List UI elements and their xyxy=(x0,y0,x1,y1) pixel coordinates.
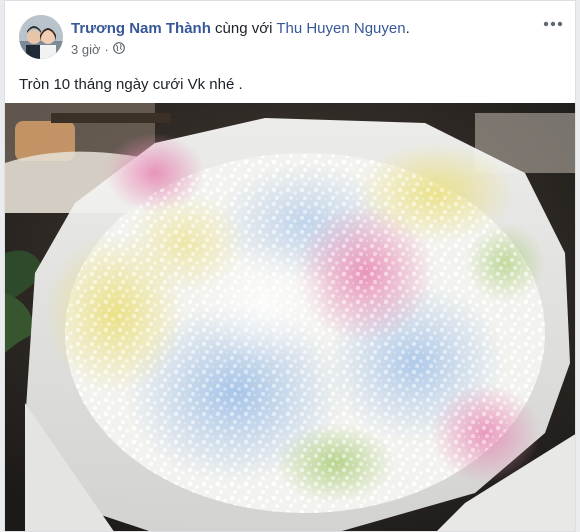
post-header: Trương Nam Thành cùng với Thu Huyen Nguy… xyxy=(5,1,575,71)
post-time-link[interactable]: 3 giờ xyxy=(71,42,101,57)
post-photo[interactable] xyxy=(5,103,575,531)
flower-bouquet-image xyxy=(5,103,575,531)
post-card: Trương Nam Thành cùng với Thu Huyen Nguy… xyxy=(4,0,576,532)
post-message: Tròn 10 tháng ngày cưới Vk nhé . xyxy=(19,76,243,93)
author-line: Trương Nam Thành cùng với Thu Huyen Nguy… xyxy=(71,20,410,38)
tagged-user-link[interactable]: Thu Huyen Nguyen xyxy=(276,20,405,37)
globe-icon[interactable] xyxy=(112,42,125,57)
period-text: . xyxy=(405,20,410,37)
post-meta: 3 giờ · xyxy=(71,42,125,57)
avatar-image xyxy=(19,15,63,59)
more-options-icon[interactable] xyxy=(541,15,565,33)
with-text: cùng với xyxy=(215,20,273,37)
author-name-link[interactable]: Trương Nam Thành xyxy=(71,20,211,37)
author-avatar[interactable] xyxy=(19,15,63,59)
